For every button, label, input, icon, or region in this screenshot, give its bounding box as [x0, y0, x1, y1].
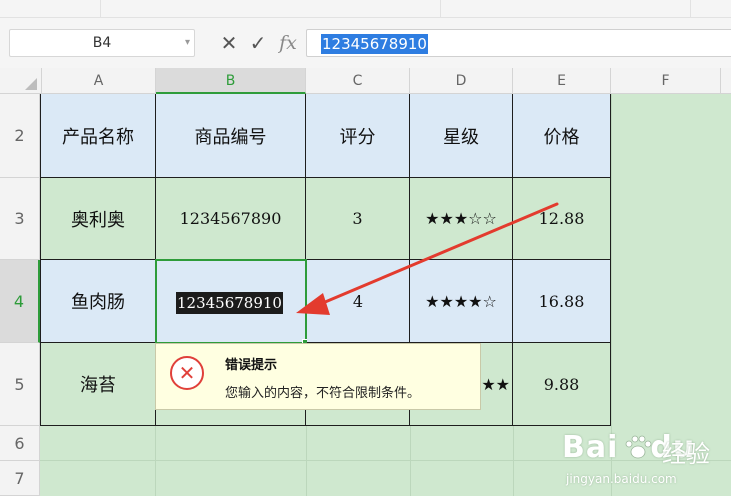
baidu-jingyan-watermark: Bai du 经验 jingyan.baidu.com: [558, 430, 731, 496]
watermark-text: 经验: [662, 440, 710, 468]
watermark-url: jingyan.baidu.com: [566, 472, 677, 486]
annotation-arrow-shaft: [316, 202, 559, 307]
paw-icon: [625, 435, 652, 459]
annotation-arrow-head: [296, 293, 330, 315]
watermark-logo-prefix: Bai: [562, 430, 619, 465]
annotation-arrow: [296, 202, 559, 315]
